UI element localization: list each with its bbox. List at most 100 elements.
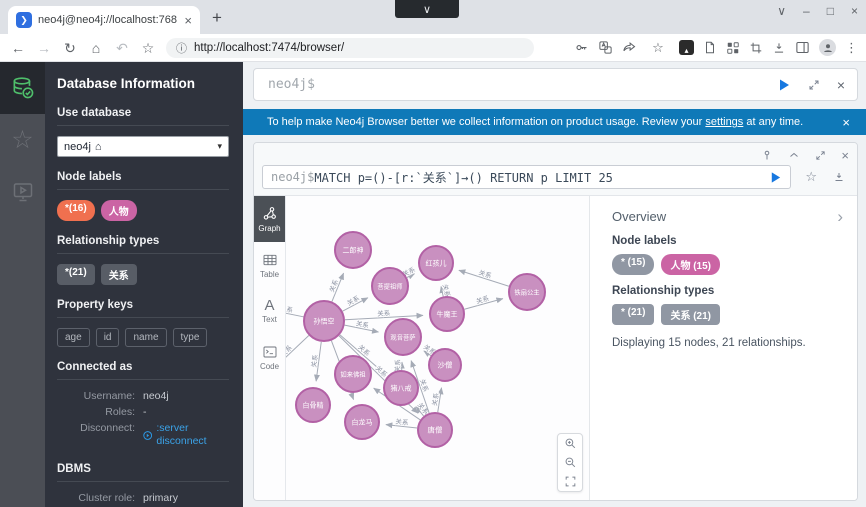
back-button[interactable]: ←: [6, 41, 30, 55]
rerun-query-play-button[interactable]: [769, 171, 782, 184]
password-key-icon[interactable]: [574, 40, 589, 55]
grid-extension-icon[interactable]: [726, 41, 740, 55]
translate-icon[interactable]: [598, 40, 613, 55]
extension-dark-icon[interactable]: ▴: [679, 40, 694, 55]
overview-status-text: Displaying 15 nodes, 21 relationships.: [612, 337, 843, 349]
view-tab-code[interactable]: Code: [254, 334, 285, 380]
database-select-value: neo4j: [64, 141, 91, 153]
new-tab-button[interactable]: +: [212, 8, 222, 28]
close-editor-icon[interactable]: ×: [837, 78, 845, 92]
bookmark-star-icon[interactable]: ☆: [136, 41, 160, 55]
home-button[interactable]: ⌂: [84, 41, 108, 55]
expand-editor-icon[interactable]: [808, 79, 820, 91]
node-label-pill-all[interactable]: *(16): [57, 200, 95, 221]
dbms-heading: DBMS: [57, 463, 229, 475]
banner-close-icon[interactable]: ×: [842, 115, 850, 130]
graph-visualization[interactable]: 关系关系关系关系关系关系关系关系关系关系关系关系关系关系关系关系关系关系关系关系…: [286, 196, 589, 500]
rel-type-pill-all[interactable]: *(21): [57, 264, 95, 285]
favorite-star-icon[interactable]: ☆: [646, 41, 670, 54]
favorite-query-star-icon[interactable]: ☆: [805, 169, 817, 185]
browser-menu-icon[interactable]: ⋮: [845, 40, 858, 56]
overview-title: Overview: [612, 209, 666, 224]
zoom-out-icon[interactable]: [564, 456, 577, 469]
zoom-in-icon[interactable]: [564, 437, 577, 450]
graph-node-label: 猪八戒: [391, 384, 412, 393]
cluster-role-label: Cluster role:: [57, 492, 135, 505]
pin-frame-icon[interactable]: [761, 149, 773, 161]
window-maximize-button[interactable]: □: [827, 4, 834, 18]
view-tab-text[interactable]: A Text: [254, 288, 285, 334]
node-label-pill-renwu[interactable]: 人物: [101, 200, 137, 221]
graph-edge[interactable]: [286, 335, 309, 372]
star-icon: ☆: [11, 125, 33, 155]
view-tab-graph[interactable]: Graph: [254, 196, 285, 242]
result-view-rail: Graph Table A Text Code: [254, 196, 286, 500]
overview-node-pill-renwu[interactable]: 人物 (15): [661, 254, 720, 275]
site-info-icon[interactable]: ⓘ: [176, 40, 187, 56]
property-keys-heading: Property keys: [57, 299, 229, 311]
roles-label: Roles:: [57, 406, 135, 419]
profile-avatar[interactable]: [819, 39, 836, 56]
collapse-frame-icon[interactable]: [788, 149, 800, 161]
query-result-frame: × neo4j$ MATCH p=()-[r:`关系`]→() RETURN p…: [253, 142, 858, 501]
table-view-icon: [262, 252, 278, 268]
window-menu-chevron-icon[interactable]: ∨: [777, 4, 786, 18]
username-label: Username:: [57, 390, 135, 403]
zoom-fit-icon[interactable]: [564, 475, 577, 488]
disconnect-label: Disconnect:: [57, 422, 135, 448]
close-frame-icon[interactable]: ×: [841, 149, 849, 162]
reload-button[interactable]: ↻: [58, 41, 82, 55]
view-tab-text-label: Text: [262, 315, 277, 324]
cypher-editor[interactable]: neo4j$ ×: [253, 68, 858, 101]
graph-node-label: 菩提祖师: [377, 282, 402, 291]
username-value: neo4j: [143, 390, 169, 403]
use-database-heading: Use database: [57, 107, 229, 119]
window-close-button[interactable]: ×: [851, 4, 858, 18]
rail-database-tab[interactable]: [0, 62, 45, 114]
tab-close-icon[interactable]: ×: [184, 14, 192, 27]
neo4j-favicon-icon: ❯: [16, 12, 32, 28]
database-icon: [10, 75, 36, 101]
crop-screenshot-icon[interactable]: [749, 41, 763, 55]
rail-favorites-tab[interactable]: ☆: [0, 114, 45, 166]
editor-prompt[interactable]: neo4j$: [254, 77, 777, 92]
download-result-icon[interactable]: [833, 171, 845, 183]
download-icon[interactable]: [772, 41, 786, 55]
graph-view-icon: [262, 206, 278, 222]
url-text: http://localhost:7474/browser/: [194, 42, 344, 54]
graph-canvas[interactable]: 关系关系关系关系关系关系关系关系关系关系关系关系关系关系关系关系关系关系关系关系…: [286, 196, 589, 500]
rail-guides-tab[interactable]: [0, 166, 45, 218]
usage-notice-banner: To help make Neo4j Browser better we col…: [243, 109, 866, 135]
view-tab-table-label: Table: [260, 270, 279, 279]
overview-rel-pill-all[interactable]: * (21): [612, 304, 654, 325]
property-key-id[interactable]: id: [96, 328, 120, 347]
property-key-type[interactable]: type: [173, 328, 208, 347]
browser-tabstrip: ❯ neo4j@neo4j://localhost:768 × + ∨ ∨ – …: [0, 0, 866, 34]
overview-rel-pill-guanxi[interactable]: 关系 (21): [661, 304, 720, 325]
browser-tab[interactable]: ❯ neo4j@neo4j://localhost:768 ×: [8, 6, 200, 34]
overview-node-pill-all[interactable]: * (15): [612, 254, 654, 275]
database-select[interactable]: neo4j ⌂ ▾: [57, 136, 229, 157]
rel-type-pill-guanxi[interactable]: 关系: [101, 264, 137, 285]
property-key-age[interactable]: age: [57, 328, 90, 347]
forward-button[interactable]: →: [32, 41, 56, 55]
neo4j-sidebar-rail: ☆: [0, 62, 45, 507]
expand-frame-icon[interactable]: [815, 150, 826, 161]
share-icon[interactable]: [622, 40, 637, 55]
undo-icon[interactable]: ↶: [110, 41, 134, 55]
window-minimize-button[interactable]: –: [803, 4, 810, 18]
server-disconnect-link[interactable]: :server disconnect: [156, 422, 229, 448]
graph-node-label: 白骨精: [303, 401, 324, 410]
screenshare-overlay-chevron-button[interactable]: ∨: [395, 0, 459, 18]
url-bar[interactable]: ⓘ http://localhost:7474/browser/: [166, 38, 534, 58]
graph-edge-label: 关系: [309, 353, 320, 368]
view-tab-table[interactable]: Table: [254, 242, 285, 288]
run-query-play-button[interactable]: [777, 78, 791, 92]
cluster-role-value: primary: [143, 492, 178, 505]
chevron-right-icon[interactable]: ›: [837, 208, 843, 225]
executed-query-bar[interactable]: neo4j$ MATCH p=()-[r:`关系`]→() RETURN p L…: [262, 165, 791, 189]
property-key-name[interactable]: name: [125, 328, 166, 347]
settings-link[interactable]: settings: [705, 116, 743, 128]
document-extension-icon[interactable]: [703, 40, 717, 55]
sidebar-toggle-icon[interactable]: [795, 40, 810, 55]
